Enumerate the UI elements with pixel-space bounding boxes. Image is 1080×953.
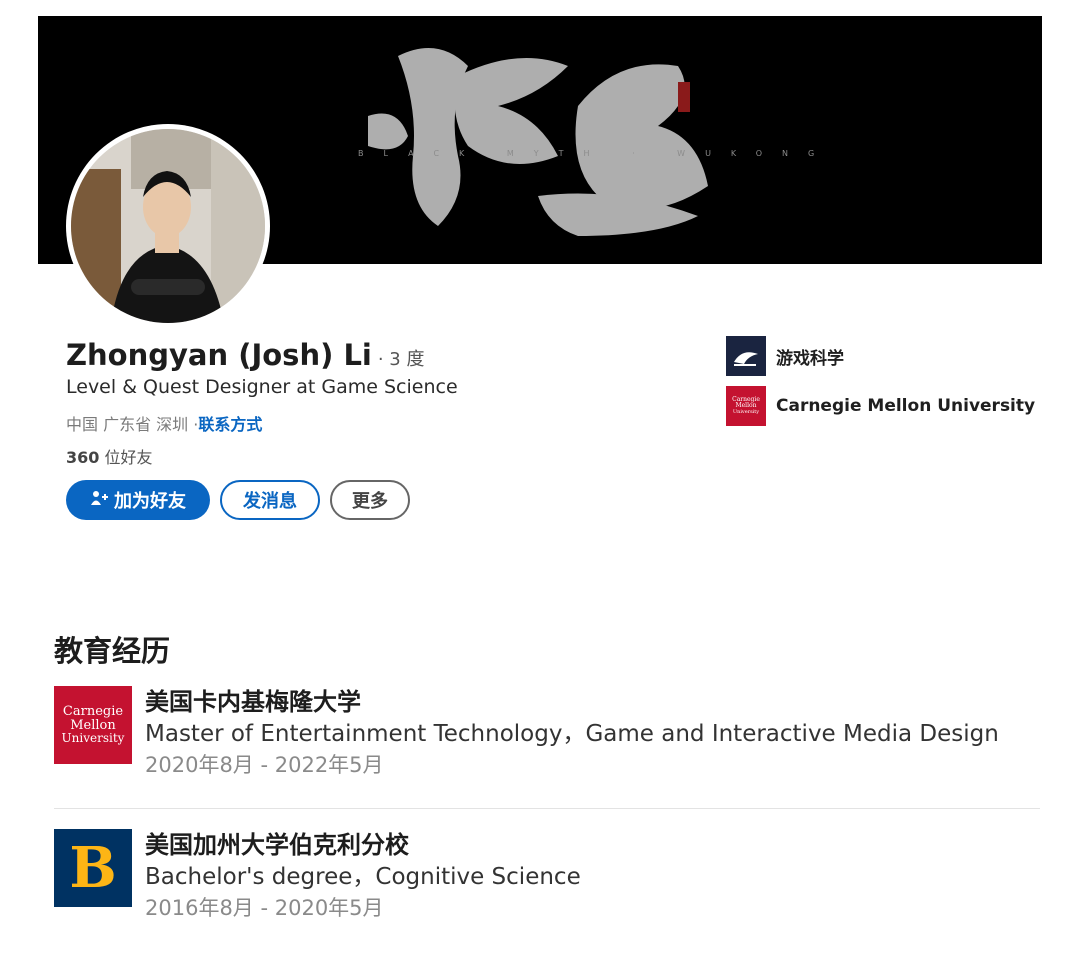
org-cmu[interactable]: Carnegie Mellon University Carnegie Mellon…: [726, 386, 1035, 426]
logo-line: Carnegie: [62, 704, 124, 720]
logo-line: University: [61, 731, 125, 746]
berkeley-logo-icon: B: [54, 829, 132, 907]
education-item[interactable]: B 美国加州大学伯克利分校 Bachelor's degree，Cognitiv…: [54, 829, 581, 923]
divider: [54, 808, 1040, 809]
profile-actions: 加为好友 发消息 更多: [66, 480, 410, 520]
cmu-logo-icon: Carnegie Mellon University: [54, 686, 132, 764]
degree-field: Bachelor's degree，Cognitive Science: [145, 864, 581, 890]
name-line: Zhongyan (Josh) Li · 3 度: [66, 338, 424, 372]
friends-number: 360: [66, 448, 100, 467]
school-name: 美国卡内基梅隆大学: [145, 688, 361, 716]
location-line: 中国 广东省 深圳 · 联系方式: [66, 411, 262, 435]
profile-headline: Level & Quest Designer at Game Science: [66, 376, 458, 398]
add-friend-button[interactable]: 加为好友: [66, 480, 210, 520]
friends-suffix: 位好友: [99, 448, 153, 467]
education-section-title: 教育经历: [54, 634, 171, 668]
logo-letter: B: [69, 835, 117, 901]
avatar[interactable]: [66, 124, 270, 328]
degree-field: Master of Entertainment Technology，Game …: [145, 721, 999, 747]
banner-subtitle: BLACK MYTH · WUKONG: [358, 149, 834, 158]
more-button[interactable]: 更多: [330, 480, 410, 520]
school-name: 美国加州大学伯克利分校: [145, 831, 409, 859]
org-game-science[interactable]: 游戏科学: [726, 336, 844, 376]
profile-photo: [71, 129, 265, 323]
contact-info-link[interactable]: 联系方式: [198, 411, 262, 435]
message-button[interactable]: 发消息: [220, 480, 320, 520]
profile-location: 中国 广东省 深圳 ·: [66, 415, 199, 434]
date-range: 2020年8月 - 2022年5月: [145, 753, 384, 777]
add-friend-label: 加为好友: [114, 491, 186, 512]
date-range: 2016年8月 - 2020年5月: [145, 896, 384, 920]
org-name: 游戏科学: [776, 348, 844, 369]
friends-count[interactable]: 360 位好友: [66, 444, 153, 468]
org-name: Carnegie Mellon University: [776, 396, 1036, 416]
add-person-icon: [90, 490, 108, 511]
logo-line: Mellon: [70, 717, 116, 733]
cmu-logo-icon: Carnegie Mellon University: [726, 386, 766, 426]
game-science-logo-icon: [726, 336, 766, 376]
education-item[interactable]: Carnegie Mellon University 美国卡内基梅隆大学 Mas…: [54, 686, 999, 780]
connection-degree: · 3 度: [377, 349, 425, 370]
profile-name: Zhongyan (Josh) Li: [66, 338, 372, 372]
